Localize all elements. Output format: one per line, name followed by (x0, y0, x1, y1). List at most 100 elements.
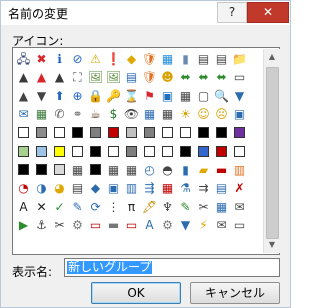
icon-option[interactable] (51, 235, 68, 252)
ok-button[interactable]: OK (91, 282, 181, 304)
icon-option[interactable]: 👁 (123, 106, 140, 123)
icon-option[interactable]: ▤ (213, 50, 230, 67)
icon-option[interactable]: ❗ (105, 50, 122, 67)
icon-option[interactable]: ▲ (15, 69, 32, 86)
icon-option[interactable]: ▥ (123, 180, 140, 197)
icon-option[interactable]: ⬌ (195, 69, 212, 86)
icon-option[interactable] (123, 235, 140, 252)
icon-option[interactable]: 🔍 (213, 87, 230, 104)
icon-option[interactable]: ◆ (87, 180, 104, 197)
icon-option[interactable]: ✂ (195, 198, 212, 215)
icon-option[interactable] (195, 124, 212, 141)
icon-option[interactable]: ⇶ (141, 180, 158, 197)
icon-option[interactable]: 🖼 (105, 69, 122, 86)
icon-option[interactable]: ⛶ (69, 69, 86, 86)
icon-option[interactable]: ▲ (15, 87, 32, 104)
icon-option[interactable]: ▰ (195, 161, 212, 178)
cancel-button[interactable]: キャンセル (190, 282, 280, 304)
icon-option[interactable] (123, 143, 140, 160)
icon-option[interactable] (141, 235, 158, 252)
icon-option[interactable] (231, 124, 248, 141)
icon-option[interactable]: ⚙ (69, 217, 86, 234)
icon-option[interactable]: ▬ (213, 161, 230, 178)
icon-option[interactable]: ⚭ (69, 106, 86, 123)
display-name-input[interactable]: 新しいグループ (64, 258, 280, 277)
icon-option[interactable]: ⚡ (195, 217, 212, 234)
icon-option[interactable] (195, 235, 212, 252)
icon-option[interactable]: ▦ (33, 106, 50, 123)
help-button[interactable]: ? (217, 2, 247, 23)
icon-option[interactable] (195, 143, 212, 160)
icon-option[interactable]: ▼ (33, 87, 50, 104)
icon-option[interactable] (69, 235, 86, 252)
icon-option[interactable] (87, 161, 104, 178)
icon-option[interactable]: ☹ (213, 106, 230, 123)
icon-option[interactable] (15, 161, 32, 178)
icon-option[interactable]: ✉ (213, 217, 230, 234)
icon-option[interactable]: ▦ (105, 161, 122, 178)
icon-option[interactable] (69, 143, 86, 160)
icon-option[interactable]: π (123, 198, 140, 215)
icon-option[interactable]: ⊕ (69, 87, 86, 104)
icon-option[interactable]: ▣ (231, 106, 248, 123)
icon-option[interactable] (69, 124, 86, 141)
icon-option[interactable]: ✎ (177, 198, 194, 215)
icon-option[interactable]: ▭ (87, 217, 104, 234)
icon-option[interactable] (51, 161, 68, 178)
icon-option[interactable] (141, 143, 158, 160)
icon-option[interactable]: ⬌ (213, 69, 230, 86)
icon-option[interactable]: ✖ (33, 50, 50, 67)
icon-option[interactable]: ⚑ (141, 87, 158, 104)
icon-option[interactable]: ▭ (231, 69, 248, 86)
scroll-thumb[interactable] (266, 67, 279, 239)
icon-option[interactable] (51, 143, 68, 160)
icon-option[interactable]: ⚓ (33, 217, 50, 234)
icon-option[interactable] (87, 124, 104, 141)
icon-option[interactable] (159, 143, 176, 160)
icon-option[interactable]: $ (105, 106, 122, 123)
scroll-down-arrow-icon[interactable]: ▼ (264, 237, 280, 253)
icon-option[interactable]: ▥ (231, 161, 248, 178)
icon-option[interactable]: 🖋 (141, 198, 158, 215)
close-button[interactable]: ✕ (247, 2, 289, 23)
icon-option[interactable]: ▢ (195, 87, 212, 104)
icon-option[interactable]: ⌛ (123, 87, 140, 104)
icon-option[interactable]: ⬌ (177, 69, 194, 86)
icon-option[interactable]: ✓ (51, 198, 68, 215)
icon-option[interactable] (123, 124, 140, 141)
icon-option[interactable] (177, 143, 194, 160)
icon-option[interactable]: ▲ (33, 69, 50, 86)
icon-option[interactable]: ◆ (123, 50, 140, 67)
icon-option[interactable] (87, 143, 104, 160)
icon-option[interactable]: 🛡 (141, 50, 158, 67)
icon-option[interactable]: ✉ (231, 198, 248, 215)
icon-option[interactable] (33, 161, 50, 178)
icon-option[interactable]: ✗ (231, 180, 248, 197)
icon-option[interactable]: ▤ (123, 69, 140, 86)
icon-option[interactable] (213, 143, 230, 160)
icon-option[interactable]: ▣ (105, 180, 122, 197)
icon-option[interactable]: 🔒 (87, 87, 104, 104)
icon-option[interactable]: ▬ (105, 217, 122, 234)
icon-option[interactable] (51, 124, 68, 141)
icon-option[interactable]: ⟳ (87, 198, 104, 215)
icon-option[interactable]: ⚠ (87, 50, 104, 67)
icon-option[interactable]: ✉ (15, 106, 32, 123)
icon-option[interactable]: ▦ (159, 106, 176, 123)
icon-option[interactable] (231, 143, 248, 160)
icon-option[interactable]: 🖧 (15, 50, 32, 67)
icon-option[interactable]: ▦ (159, 180, 176, 197)
icon-option[interactable]: ◕ (51, 180, 68, 197)
icon-option[interactable]: ⚙ (159, 217, 176, 234)
icon-option[interactable]: ◑ (33, 180, 50, 197)
icon-option[interactable]: ☕ (87, 106, 104, 123)
icon-option[interactable]: ✕ (33, 198, 50, 215)
icon-option[interactable]: ◓ (159, 161, 176, 178)
icon-option[interactable] (159, 235, 176, 252)
icon-option[interactable] (15, 235, 32, 252)
icon-option[interactable] (105, 143, 122, 160)
icon-scrollbar[interactable]: ▲ ▼ (263, 49, 280, 253)
icon-option[interactable]: ▤ (213, 180, 230, 197)
icon-option[interactable]: ▮ (177, 161, 194, 178)
icon-option[interactable] (213, 235, 230, 252)
